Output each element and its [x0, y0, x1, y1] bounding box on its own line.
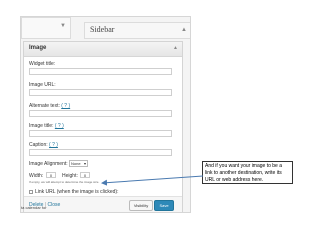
alignment-select[interactable]: None ▾ [69, 160, 88, 167]
collapsed-widget-area[interactable]: ▼ [21, 17, 71, 39]
image-url-input[interactable] [29, 89, 172, 96]
alignment-label: Image Alignment: [29, 161, 68, 167]
alternate-text-label: Alternate text: ( ? ) [29, 103, 70, 109]
alternate-text-input[interactable] [29, 110, 172, 117]
caption-input[interactable] [29, 149, 172, 156]
sidebar-title: Sidebar [90, 25, 115, 34]
alternate-text-label-text: Alternate text: [29, 103, 60, 109]
link-url-label: Link URL (when the image is clicked): [35, 189, 119, 195]
widget-title-input[interactable] [29, 68, 172, 75]
alternate-text-help-link[interactable]: ( ? ) [61, 103, 70, 109]
widget-title: Image [29, 45, 47, 51]
select-arrow-icon: ▾ [83, 161, 86, 166]
image-widget-panel: Image ▲ Widget title: Image URL: Alterna… [23, 41, 183, 212]
annotation-callout: And if you want your image to be a link … [202, 161, 293, 184]
image-title-label: Image title: ( ? ) [29, 123, 64, 129]
widgets-frame: ▼ Sidebar ▲ Image ▲ Widget title: Image … [20, 16, 191, 213]
save-button[interactable]: Save [154, 200, 174, 211]
caption-label-text: Caption: [29, 142, 48, 148]
chevron-up-icon: ▲ [173, 45, 178, 51]
alignment-value: None [71, 161, 81, 166]
visibility-button[interactable]: Visibility [129, 200, 153, 211]
widget-footer: Delete | Close Visibility Save [24, 196, 182, 212]
caption-help-link[interactable]: ( ? ) [49, 142, 58, 148]
caption-label: Caption: ( ? ) [29, 142, 58, 148]
widget-title-label: Widget title: [29, 61, 56, 67]
chevron-down-icon: ▼ [60, 23, 66, 29]
image-url-label: Image URL: [29, 82, 56, 88]
width-label: Width: [29, 173, 44, 179]
height-input[interactable]: 0 [80, 172, 90, 178]
size-note: If empty, we will attempt to determine t… [29, 180, 100, 184]
link-checkbox[interactable] [29, 190, 33, 194]
image-title-help-link[interactable]: ( ? ) [55, 123, 64, 129]
image-title-input[interactable] [29, 130, 172, 137]
widget-header[interactable]: Image ▲ [24, 42, 182, 57]
chevron-up-icon: ▲ [181, 27, 187, 33]
width-input[interactable]: 0 [46, 172, 56, 178]
below-widget-text: ta calendar for [21, 205, 47, 210]
close-link[interactable]: Close [48, 202, 61, 208]
image-title-label-text: Image title: [29, 123, 54, 129]
height-label: Height: [62, 173, 78, 179]
sidebar-header[interactable]: Sidebar ▲ [84, 22, 190, 39]
